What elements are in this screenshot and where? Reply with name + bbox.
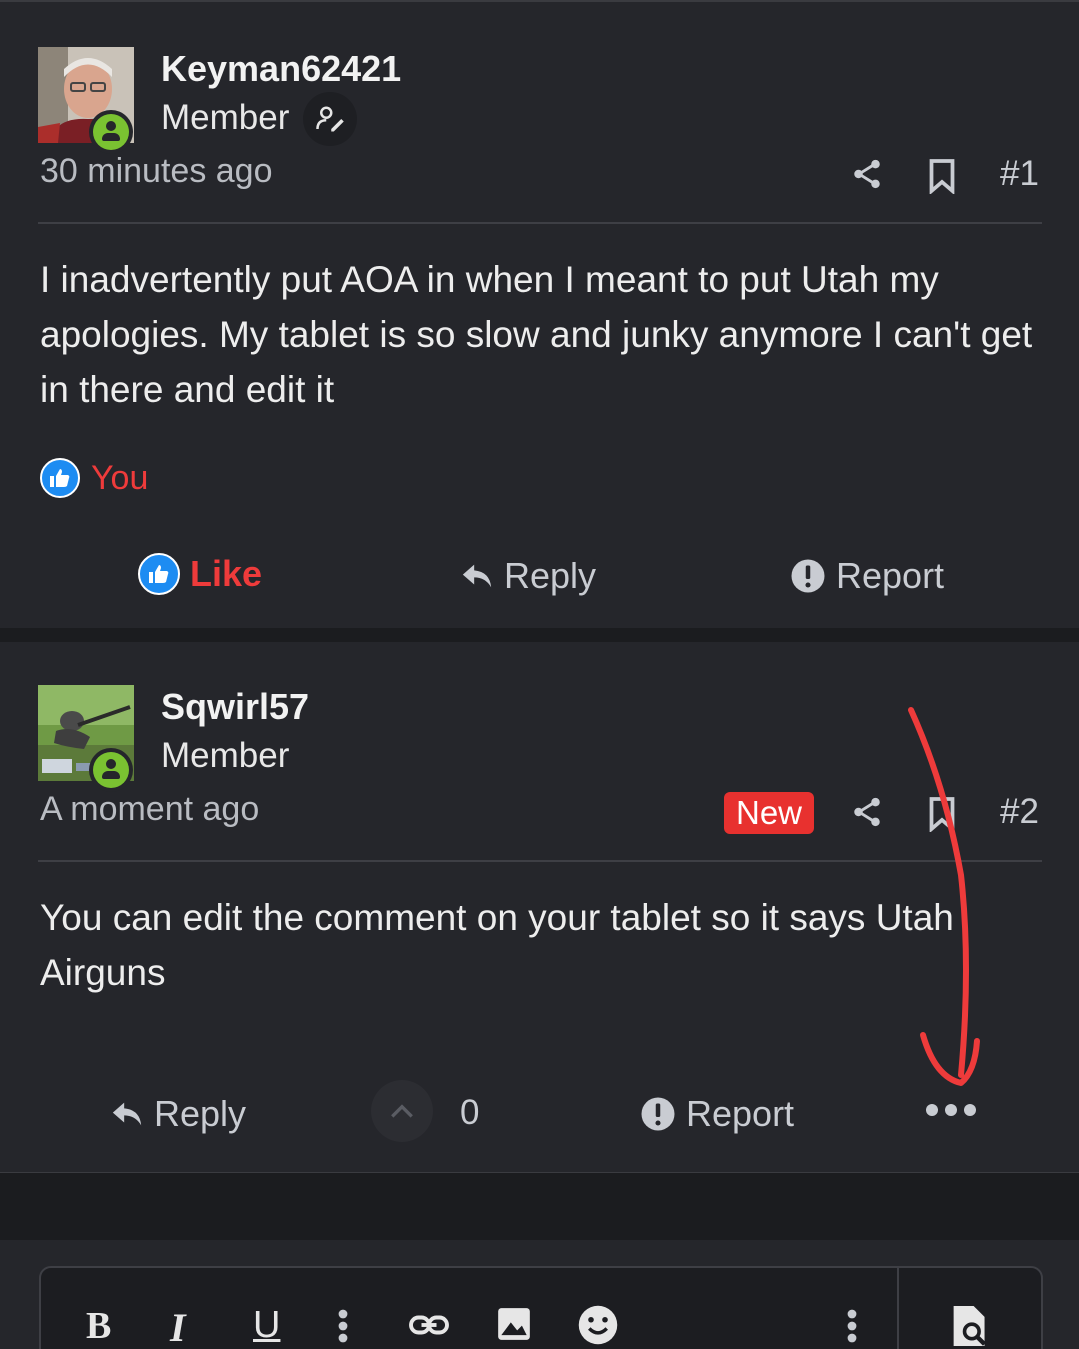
more-options-icon[interactable] <box>845 1308 859 1344</box>
underline-button[interactable]: U <box>253 1304 280 1347</box>
reply-button[interactable]: Reply <box>110 1093 246 1135</box>
username[interactable]: Keyman62421 <box>161 48 401 90</box>
online-status-icon <box>89 110 133 154</box>
user-edit-icon[interactable] <box>303 92 357 146</box>
report-button[interactable]: Report <box>640 1093 794 1135</box>
thumbs-up-icon <box>40 458 80 498</box>
online-status-icon <box>89 748 133 792</box>
share-icon[interactable] <box>847 152 887 196</box>
report-icon <box>790 558 826 594</box>
bookmark-icon[interactable] <box>922 154 962 198</box>
toolbar-separator <box>897 1268 899 1349</box>
image-icon[interactable] <box>495 1305 533 1343</box>
post-number[interactable]: #2 <box>1000 792 1039 832</box>
reaction-summary[interactable]: You <box>40 458 148 498</box>
emoji-icon[interactable] <box>577 1304 619 1346</box>
section-gap <box>0 1172 1079 1240</box>
divider <box>38 222 1042 224</box>
avatar[interactable] <box>38 47 134 154</box>
reply-label: Reply <box>504 555 597 596</box>
report-label: Report <box>686 1093 795 1134</box>
post-time[interactable]: A moment ago <box>40 790 259 829</box>
link-icon[interactable] <box>408 1310 450 1340</box>
like-button[interactable]: Like <box>138 553 262 595</box>
report-icon <box>640 1096 676 1132</box>
new-badge: New <box>724 792 815 834</box>
user-role: Member <box>161 98 290 137</box>
vote-count: 0 <box>460 1093 480 1132</box>
share-icon[interactable] <box>847 790 887 834</box>
post-body: I inadvertently put AOA in when I meant … <box>40 259 1033 410</box>
thumbs-up-icon <box>138 553 180 595</box>
upvote-button[interactable] <box>371 1080 433 1142</box>
chevron-up-icon <box>391 1104 413 1118</box>
reply-icon <box>110 1099 144 1129</box>
bookmark-icon[interactable] <box>922 792 962 836</box>
more-icon[interactable] <box>926 1104 976 1116</box>
reaction-user: You <box>91 458 149 497</box>
avatar[interactable] <box>38 685 134 792</box>
username[interactable]: Sqwirl57 <box>161 686 309 728</box>
post-body: You can edit the comment on your tablet … <box>40 897 954 993</box>
reply-editor[interactable] <box>39 1266 1043 1349</box>
more-text-options-icon[interactable] <box>336 1308 350 1344</box>
like-label: Like <box>190 553 263 594</box>
post-2: Sqwirl57 Member A moment ago New #2 You … <box>0 642 1079 1172</box>
reply-icon <box>460 561 494 591</box>
reply-button[interactable]: Reply <box>460 555 596 597</box>
italic-button[interactable]: I <box>170 1304 186 1349</box>
report-label: Report <box>836 555 945 596</box>
post-1: Keyman62421 Member 30 minutes ago #1 I i… <box>0 0 1079 628</box>
preview-icon[interactable] <box>950 1304 990 1348</box>
divider <box>38 860 1042 862</box>
post-number[interactable]: #1 <box>1000 154 1039 194</box>
user-role: Member <box>161 736 290 775</box>
post-time[interactable]: 30 minutes ago <box>40 152 273 191</box>
bold-button[interactable]: B <box>86 1304 111 1348</box>
report-button[interactable]: Report <box>790 555 944 597</box>
reply-label: Reply <box>154 1093 247 1134</box>
